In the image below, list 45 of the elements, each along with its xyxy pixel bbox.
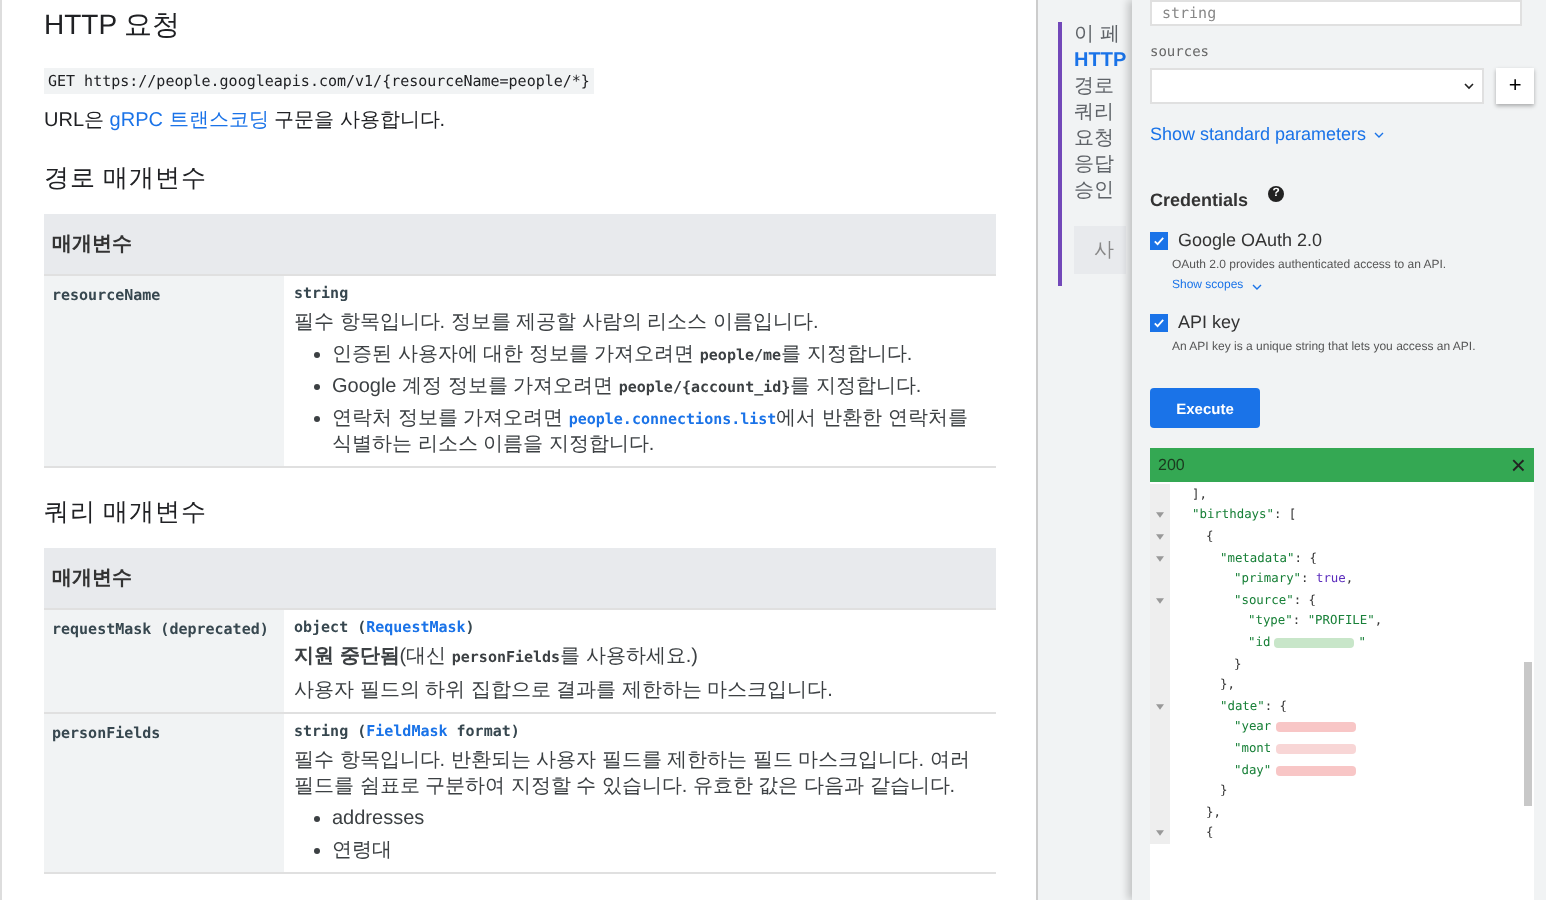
section-heading: 경로 매개변수 xyxy=(44,162,209,196)
bullet-dot xyxy=(314,416,320,422)
close-button[interactable]: × xyxy=(1510,452,1526,478)
toc-item[interactable]: 이 페 xyxy=(1074,24,1120,48)
doc-link[interactable]: gRPC 트랜스코딩 xyxy=(109,110,269,132)
credentials-heading: Credentials xyxy=(1150,190,1249,210)
toc-item[interactable]: HTTP xyxy=(1074,50,1127,74)
scrollbar[interactable] xyxy=(1524,662,1532,806)
chevron-down-icon xyxy=(1464,82,1475,90)
toc-button[interactable]: 사 xyxy=(1074,226,1126,274)
show-standard-parameters-link[interactable]: Show standard parameters xyxy=(1150,124,1367,144)
fold-arrow-icon[interactable] xyxy=(1156,597,1164,604)
fold-arrow-icon[interactable] xyxy=(1156,830,1164,837)
add-button[interactable]: + xyxy=(1496,68,1534,104)
bullet-dot xyxy=(314,816,320,822)
sources-dropdown[interactable] xyxy=(1150,68,1485,104)
bullet-dot xyxy=(314,384,320,390)
list-item-text: 연령대 xyxy=(332,838,392,864)
chevron-down-icon xyxy=(1374,131,1385,137)
parameter-description: 필수 항목입니다. 반환되는 사용자 필드를 제한하는 필드 마스크입니다. 여러 필드를 쉼표로 구분하여 지정할 수 있습니다. 유효한 값은 다음과 같습니다. xyxy=(294,748,972,800)
fold-arrow-icon[interactable] xyxy=(1156,512,1164,519)
chevron-down-icon xyxy=(1251,283,1262,289)
checkbox[interactable] xyxy=(1150,231,1168,249)
status-code: 200 xyxy=(1158,456,1185,474)
url-note: URL은 gRPC 트랜스코딩 구문을 사용합니다. xyxy=(44,108,448,134)
column-header: 매개변수 xyxy=(44,214,996,274)
checkbox[interactable] xyxy=(1150,313,1168,331)
toc-item[interactable]: 쿼리 xyxy=(1074,102,1114,126)
column-header: 매개변수 xyxy=(44,548,996,608)
toc-item[interactable]: 경로 xyxy=(1074,76,1114,100)
fold-arrow-icon[interactable] xyxy=(1156,533,1164,540)
toc-item[interactable]: 응답 xyxy=(1074,154,1114,178)
section-heading: HTTP 요청 xyxy=(44,8,183,44)
checkbox-label: API key xyxy=(1178,312,1241,332)
section-heading: 쿼리 매개변수 xyxy=(44,496,209,530)
list-item-text: addresses xyxy=(332,806,425,832)
fold-arrow-icon[interactable] xyxy=(1156,703,1164,710)
parameter-description: 사용자 필드의 하위 집합으로 결과를 제한하는 마스크입니다. xyxy=(294,678,835,704)
fold-arrow-icon[interactable] xyxy=(1156,555,1164,562)
checkbox-label: Google OAuth 2.0 xyxy=(1178,230,1323,250)
toc-item[interactable]: 승인 xyxy=(1074,180,1114,204)
parameter-description: 필수 항목입니다. 정보를 제공할 사람의 리소스 이름입니다. xyxy=(294,310,821,336)
bullet-dot xyxy=(314,848,320,854)
toc-item[interactable]: 요청 xyxy=(1074,128,1114,152)
bullet-dot xyxy=(314,352,320,358)
